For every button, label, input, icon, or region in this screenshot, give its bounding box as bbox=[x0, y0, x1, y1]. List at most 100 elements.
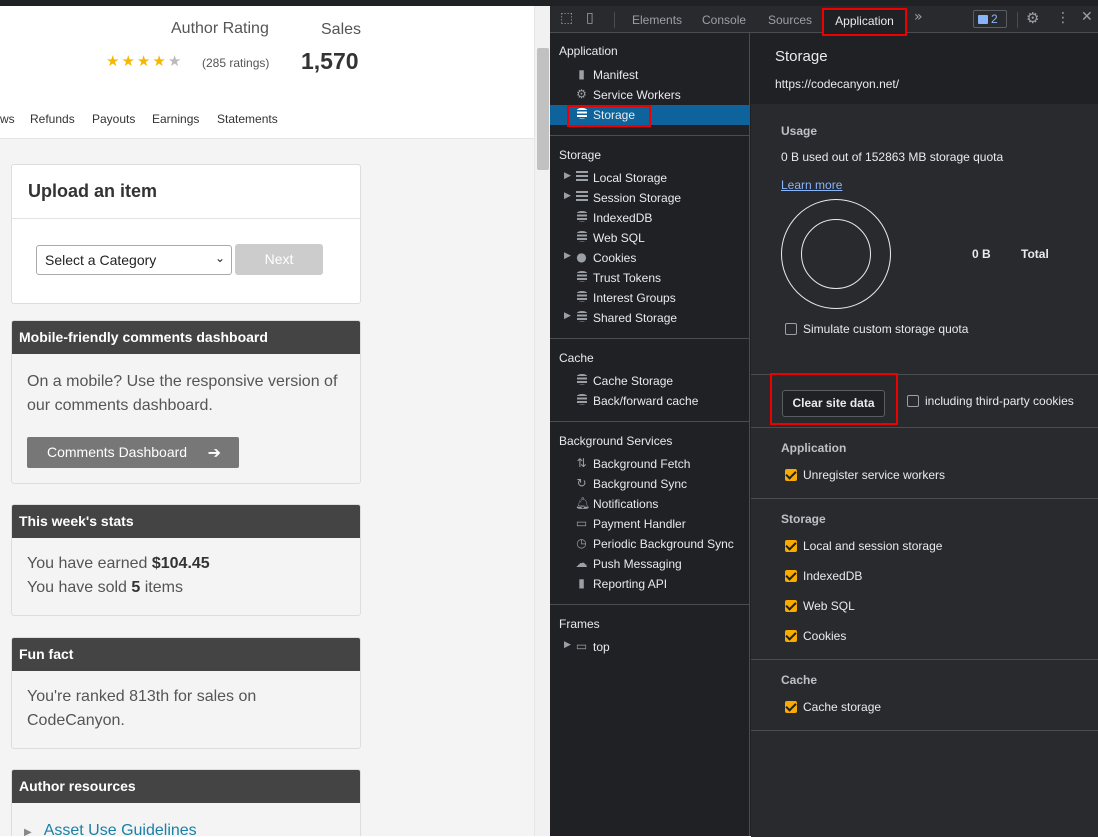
sidebar-item-indexeddb[interactable]: IndexedDB bbox=[550, 208, 750, 228]
tab-application[interactable]: Application bbox=[822, 8, 907, 36]
scrollbar-thumb[interactable] bbox=[537, 48, 549, 170]
section-frames: Frames bbox=[559, 617, 600, 631]
tab-reviews[interactable]: ws bbox=[0, 112, 15, 126]
divider bbox=[550, 338, 750, 339]
ratings-count: (285 ratings) bbox=[202, 56, 270, 70]
grid-icon bbox=[575, 171, 588, 184]
sold-line: You have sold 5 items bbox=[27, 579, 183, 596]
cache-storage-checkbox[interactable] bbox=[785, 701, 797, 713]
sidebar-item-websql[interactable]: Web SQL bbox=[550, 228, 750, 248]
category-select-value: Select a Category bbox=[45, 252, 157, 268]
simulate-quota-label: Simulate custom storage quota bbox=[803, 322, 969, 336]
bell-icon: 🔔︎ bbox=[575, 496, 591, 510]
devtools-toolbar: ⬚ ▯ Elements Console Sources Application… bbox=[550, 6, 1098, 36]
divider bbox=[751, 427, 1098, 428]
author-header: Author Rating Sales ★ ★ ★ ★ ★ (285 ratin… bbox=[0, 6, 534, 139]
tab-payouts[interactable]: Payouts bbox=[92, 112, 135, 126]
comments-dashboard-button[interactable]: Comments Dashboard ➔ bbox=[27, 437, 239, 468]
more-options-icon[interactable]: ⋮ bbox=[1056, 10, 1070, 26]
sidebar-item-manifest[interactable]: ▮ Manifest bbox=[550, 65, 750, 85]
divider bbox=[614, 12, 615, 28]
database-icon bbox=[575, 394, 588, 407]
sidebar-item-frame-top[interactable]: ▶ ▭ top bbox=[550, 637, 750, 657]
sidebar-item-cache-storage[interactable]: Cache Storage bbox=[550, 371, 750, 391]
sidebar-item-push-messaging[interactable]: ☁ Push Messaging bbox=[550, 554, 750, 574]
divider bbox=[550, 421, 750, 422]
cookies-checkbox[interactable] bbox=[785, 630, 797, 642]
website-panel: Author Rating Sales ★ ★ ★ ★ ★ (285 ratin… bbox=[0, 6, 534, 836]
tab-elements[interactable]: Elements bbox=[632, 13, 682, 27]
upload-item-card: Upload an item Select a Category ⌄ Next bbox=[11, 164, 361, 304]
tab-refunds[interactable]: Refunds bbox=[30, 112, 75, 126]
tab-earnings[interactable]: Earnings bbox=[152, 112, 199, 126]
sidebar-item-session-storage[interactable]: ▶ Session Storage bbox=[550, 188, 750, 208]
more-tabs-icon[interactable]: » bbox=[914, 9, 923, 25]
gear-icon[interactable]: ⚙ bbox=[1026, 9, 1039, 27]
sidebar-item-local-storage[interactable]: ▶ Local Storage bbox=[550, 168, 750, 188]
expand-arrow-icon[interactable]: ▶ bbox=[564, 191, 571, 201]
expand-arrow-icon[interactable]: ▶ bbox=[564, 311, 571, 321]
star-icon: ★ bbox=[121, 52, 135, 70]
message-icon bbox=[978, 15, 988, 24]
file-icon: ▮ bbox=[578, 576, 585, 590]
device-toolbar-icon[interactable]: ▯ bbox=[586, 10, 594, 26]
sidebar-item-service-workers[interactable]: ⚙ Service Workers bbox=[550, 85, 750, 105]
expand-arrow-icon[interactable]: ▶ bbox=[564, 640, 571, 650]
sidebar-item-shared-storage[interactable]: ▶ Shared Storage bbox=[550, 308, 750, 328]
sidebar-item-payment-handler[interactable]: ▭ Payment Handler bbox=[550, 514, 750, 534]
page-scrollbar[interactable] bbox=[534, 6, 550, 836]
fun-fact-card: Fun fact You're ranked 813th for sales o… bbox=[11, 637, 361, 749]
card-title: Mobile-friendly comments dashboard bbox=[12, 321, 360, 354]
sidebar-item-periodic-sync[interactable]: ◷ Periodic Background Sync bbox=[550, 534, 750, 554]
websql-checkbox[interactable] bbox=[785, 600, 797, 612]
sidebar-item-reporting-api[interactable]: ▮ Reporting API bbox=[550, 574, 750, 594]
divider bbox=[751, 730, 1098, 731]
category-select[interactable]: Select a Category ⌄ bbox=[36, 245, 232, 275]
section-cache: Cache bbox=[559, 351, 594, 365]
frame-icon: ▭ bbox=[575, 639, 588, 653]
tab-sources[interactable]: Sources bbox=[768, 13, 812, 27]
sidebar-item-bfcache[interactable]: Back/forward cache bbox=[550, 391, 750, 411]
unregister-sw-checkbox[interactable] bbox=[785, 469, 797, 481]
mobile-dashboard-card: Mobile-friendly comments dashboard On a … bbox=[11, 320, 361, 484]
local-session-checkbox[interactable] bbox=[785, 540, 797, 552]
sidebar-item-background-sync[interactable]: ↻ Background Sync bbox=[550, 474, 750, 494]
sidebar-item-notifications[interactable]: 🔔︎ Notifications bbox=[550, 494, 750, 514]
asset-guidelines-link[interactable]: ▶ Asset Use Guidelines bbox=[24, 822, 197, 836]
divider bbox=[550, 604, 750, 605]
author-rating-label: Author Rating bbox=[171, 20, 269, 37]
close-icon[interactable]: ✕ bbox=[1081, 9, 1093, 25]
weekly-stats-card: This week's stats You have earned $104.4… bbox=[11, 504, 361, 616]
chevron-down-icon: ⌄ bbox=[214, 251, 225, 265]
expand-arrow-icon[interactable]: ▶ bbox=[564, 251, 571, 261]
simulate-quota-checkbox[interactable] bbox=[785, 323, 797, 335]
star-icon: ★ bbox=[106, 52, 120, 70]
section-storage: Storage bbox=[559, 148, 602, 162]
usage-pie-inner bbox=[801, 219, 871, 289]
expand-arrow-icon[interactable]: ▶ bbox=[564, 171, 571, 181]
next-button[interactable]: Next bbox=[235, 244, 323, 275]
tab-console[interactable]: Console bbox=[702, 13, 746, 27]
credit-card-icon: ▭ bbox=[575, 516, 588, 530]
sidebar-item-interest-groups[interactable]: Interest Groups bbox=[550, 288, 750, 308]
divider bbox=[751, 498, 1098, 499]
inspect-element-icon[interactable]: ⬚ bbox=[560, 10, 573, 26]
tab-statements[interactable]: Statements bbox=[217, 112, 278, 126]
sidebar-item-background-fetch[interactable]: ⇅ Background Fetch bbox=[550, 454, 750, 474]
learn-more-link[interactable]: Learn more bbox=[781, 178, 842, 192]
indexeddb-checkbox[interactable] bbox=[785, 570, 797, 582]
storage-heading: Storage bbox=[781, 512, 826, 526]
author-resources-card: Author resources ▶ Asset Use Guidelines bbox=[11, 769, 361, 836]
divider bbox=[550, 135, 750, 136]
sidebar-item-trust-tokens[interactable]: Trust Tokens bbox=[550, 268, 750, 288]
up-down-arrows-icon: ⇅ bbox=[576, 456, 587, 470]
sidebar-item-storage[interactable]: Storage bbox=[550, 105, 750, 127]
issues-badge[interactable]: 2 bbox=[973, 10, 1007, 28]
star-icon: ★ bbox=[152, 52, 166, 70]
rating-stars: ★ ★ ★ ★ ★ bbox=[106, 54, 181, 69]
sidebar-item-cookies[interactable]: ▶ ● Cookies bbox=[550, 248, 750, 268]
third-party-cookies-checkbox[interactable] bbox=[907, 395, 919, 407]
button-label: Comments Dashboard bbox=[47, 444, 188, 460]
storage-main-pane: Storage https://codecanyon.net/ Usage 0 … bbox=[751, 33, 1098, 837]
cookie-icon: ● bbox=[576, 250, 587, 264]
